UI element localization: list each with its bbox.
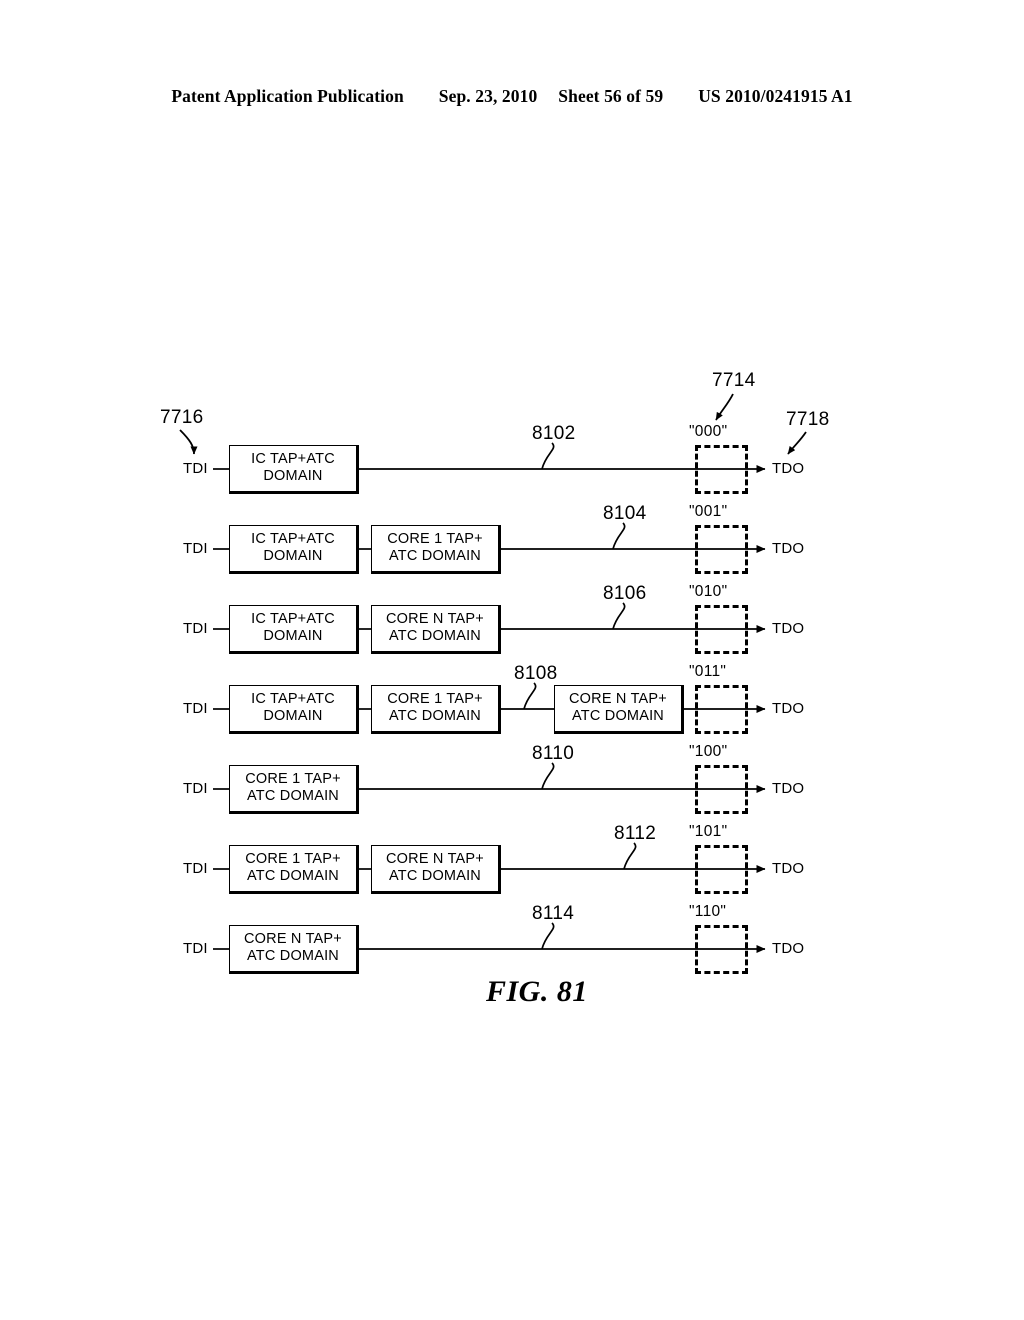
tdo-label-row7: TDO bbox=[772, 940, 805, 957]
tdo-label-row1: TDO bbox=[772, 460, 805, 477]
reference-numeral-8102: 8102 bbox=[532, 423, 576, 444]
dashed-marker-row7 bbox=[695, 924, 748, 974]
domain-box-line2: DOMAIN bbox=[263, 548, 323, 564]
domain-box-line1: IC TAP+ATC bbox=[251, 610, 335, 627]
domain-box-line1: CORE 1 TAP+ bbox=[387, 530, 483, 547]
tdi-label-row5: TDI bbox=[183, 780, 208, 797]
domain-box-line1: CORE N TAP+ bbox=[244, 930, 342, 947]
reference-numeral-8110: 8110 bbox=[532, 743, 575, 764]
domain-box-line1: CORE 1 TAP+ bbox=[245, 770, 341, 787]
domain-box-row4-2: CORE 1 TAP+ ATC DOMAIN bbox=[371, 684, 501, 734]
tdi-label-row2: TDI bbox=[183, 540, 208, 557]
dashed-marker-row5 bbox=[695, 764, 748, 814]
domain-box-line2: ATC DOMAIN bbox=[389, 868, 481, 884]
reference-numeral-8114: 8114 bbox=[532, 903, 575, 924]
tdo-label-row2: TDO bbox=[772, 540, 805, 557]
binary-code-row1: "000" bbox=[689, 422, 728, 440]
binary-code-row4: "011" bbox=[689, 662, 727, 680]
domain-box-line2: ATC DOMAIN bbox=[389, 708, 481, 724]
domain-box-row5-1: CORE 1 TAP+ ATC DOMAIN bbox=[229, 764, 359, 814]
reference-numeral-8112: 8112 bbox=[614, 823, 657, 844]
binary-code-row3: "010" bbox=[689, 582, 728, 600]
domain-box-line2: ATC DOMAIN bbox=[389, 628, 481, 644]
domain-box-row6-2: CORE N TAP+ ATC DOMAIN bbox=[371, 844, 501, 894]
domain-box-line1: CORE N TAP+ bbox=[386, 610, 484, 627]
domain-box-row4-1: IC TAP+ATC DOMAIN bbox=[229, 684, 359, 734]
domain-box-line1: IC TAP+ATC bbox=[251, 530, 335, 547]
callout-7714: 7714 bbox=[712, 370, 756, 391]
figure-caption: FIG. 81 bbox=[486, 975, 588, 1008]
domain-box-line2: ATC DOMAIN bbox=[247, 788, 339, 804]
dashed-marker-row1 bbox=[695, 444, 748, 494]
reference-numeral-8104: 8104 bbox=[603, 503, 647, 524]
dashed-marker-row3 bbox=[695, 604, 748, 654]
dashed-marker-row6 bbox=[695, 844, 748, 894]
domain-box-line1: IC TAP+ATC bbox=[251, 690, 335, 707]
domain-box-row3-1: IC TAP+ATC DOMAIN bbox=[229, 604, 359, 654]
figure-81: IC TAP+ATC DOMAIN IC TAP+ATC DOMAIN CORE 1 T… bbox=[0, 0, 1024, 1320]
domain-box-row4-3: CORE N TAP+ ATC DOMAIN bbox=[554, 684, 684, 734]
tdi-label-row7: TDI bbox=[183, 940, 208, 957]
domain-box-line2: ATC DOMAIN bbox=[389, 548, 481, 564]
domain-box-row6-1: CORE 1 TAP+ ATC DOMAIN bbox=[229, 844, 359, 894]
domain-box-line1: CORE 1 TAP+ bbox=[387, 690, 483, 707]
tdo-label-row3: TDO bbox=[772, 620, 805, 637]
domain-box-line2: ATC DOMAIN bbox=[247, 948, 339, 964]
domain-box-row2-2: CORE 1 TAP+ ATC DOMAIN bbox=[371, 524, 501, 574]
tdi-label-row1: TDI bbox=[183, 460, 208, 477]
dashed-marker-row4 bbox=[695, 684, 748, 734]
domain-box-row1-1: IC TAP+ATC DOMAIN bbox=[229, 444, 359, 494]
domain-box-line1: CORE N TAP+ bbox=[569, 690, 667, 707]
tdo-label-row5: TDO bbox=[772, 780, 805, 797]
domain-box-line2: DOMAIN bbox=[263, 468, 323, 484]
tdi-label-row6: TDI bbox=[183, 860, 208, 877]
domain-box-line2: ATC DOMAIN bbox=[572, 708, 664, 724]
reference-numeral-8106: 8106 bbox=[603, 583, 647, 604]
dashed-marker-row2 bbox=[695, 524, 748, 574]
tdo-label-row4: TDO bbox=[772, 700, 805, 717]
domain-box-row3-2: CORE N TAP+ ATC DOMAIN bbox=[371, 604, 501, 654]
tdi-label-row3: TDI bbox=[183, 620, 208, 637]
binary-code-row5: "100" bbox=[689, 742, 728, 760]
tdo-label-row6: TDO bbox=[772, 860, 805, 877]
domain-box-row7-1: CORE N TAP+ ATC DOMAIN bbox=[229, 924, 359, 974]
domain-box-line1: IC TAP+ATC bbox=[251, 450, 335, 467]
binary-code-row2: "001" bbox=[689, 502, 728, 520]
domain-box-line1: CORE 1 TAP+ bbox=[245, 850, 341, 867]
binary-code-row6: "101" bbox=[689, 822, 728, 840]
callout-7716: 7716 bbox=[160, 407, 204, 428]
domain-box-line2: ATC DOMAIN bbox=[247, 868, 339, 884]
binary-code-row7: "110" bbox=[689, 902, 727, 920]
figure-wiring bbox=[179, 393, 807, 953]
domain-box-line1: CORE N TAP+ bbox=[386, 850, 484, 867]
reference-numeral-8108: 8108 bbox=[514, 663, 558, 684]
domain-box-row2-1: IC TAP+ATC DOMAIN bbox=[229, 524, 359, 574]
domain-box-line2: DOMAIN bbox=[263, 628, 323, 644]
domain-box-line2: DOMAIN bbox=[263, 708, 323, 724]
callout-7718: 7718 bbox=[786, 409, 830, 430]
tdi-label-row4: TDI bbox=[183, 700, 208, 717]
